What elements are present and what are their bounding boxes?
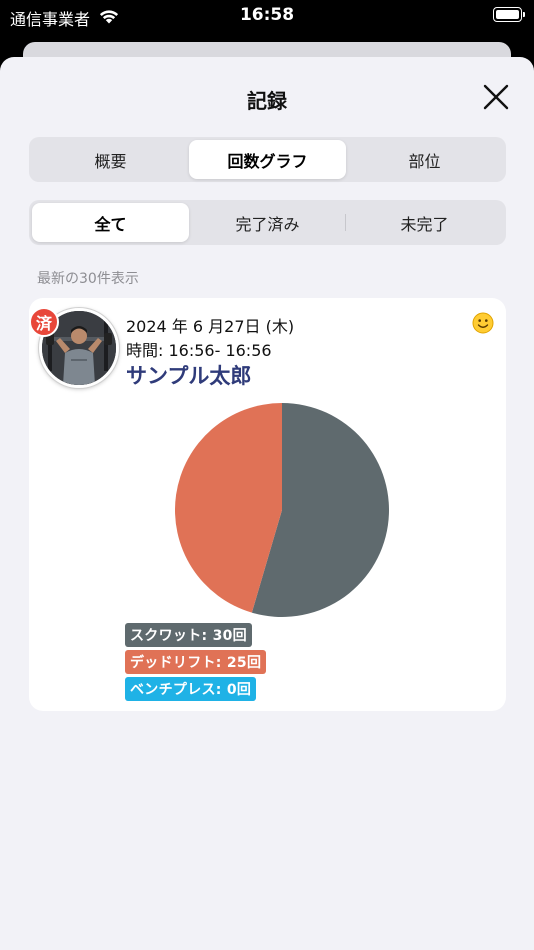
legend-squat: スクワット: 30回: [125, 623, 252, 647]
filter-all-label: 全て: [94, 214, 127, 234]
battery-icon: [493, 7, 525, 22]
count-pie-chart: [175, 403, 390, 617]
record-card[interactable]: 済 2024 年 6 月27日 (木) 時間: 16:56- 16:56 サンプ…: [29, 298, 506, 711]
record-sheet: 記録 概要 回数グラフ 部位 全て 完了済み 未完了 最新の30件表示 済 20…: [0, 57, 534, 950]
smiley-face-icon[interactable]: [472, 312, 494, 334]
view-segmented-control: 概要 回数グラフ 部位: [29, 137, 506, 182]
tab-count-graph[interactable]: 回数グラフ: [189, 140, 346, 179]
tab-overview[interactable]: 概要: [32, 140, 189, 179]
clock: 16:58: [239, 5, 295, 25]
section-note: 最新の30件表示: [37, 271, 139, 287]
chart-legend: スクワット: 30回 デッドリフト: 25回 ベンチプレス: 0回: [125, 623, 267, 704]
record-date: 2024 年 6 月27日 (木): [126, 317, 295, 336]
legend-deadlift: デッドリフト: 25回: [125, 650, 267, 674]
tab-overview-label: 概要: [94, 151, 127, 171]
user-name: サンプル太郎: [126, 364, 252, 388]
filter-completed-label: 完了済み: [235, 214, 300, 234]
record-time: 時間: 16:56- 16:56: [126, 341, 272, 360]
tab-body-part-label: 部位: [408, 151, 441, 171]
filter-segmented-control: 全て 完了済み 未完了: [29, 200, 506, 245]
filter-incomplete-label: 未完了: [400, 214, 449, 234]
status-bar: 通信事業者 16:58: [0, 0, 534, 34]
tab-count-graph-label: 回数グラフ: [227, 151, 308, 171]
tab-body-part[interactable]: 部位: [346, 140, 503, 179]
filter-all[interactable]: 全て: [32, 203, 189, 242]
filter-incomplete[interactable]: 未完了: [346, 203, 503, 242]
filter-completed[interactable]: 完了済み: [189, 203, 346, 242]
sheet-title: 記録: [247, 89, 287, 113]
legend-bench-press: ベンチプレス: 0回: [125, 677, 257, 701]
done-badge: 済: [29, 307, 59, 337]
close-icon[interactable]: [482, 83, 510, 111]
